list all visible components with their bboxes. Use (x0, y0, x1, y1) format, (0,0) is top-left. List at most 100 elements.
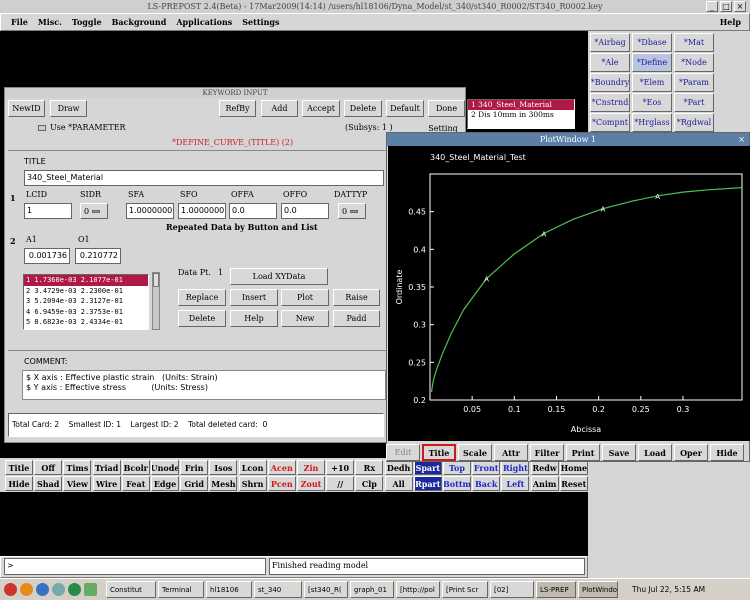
toolbar-triad-button[interactable]: Triad (92, 460, 121, 475)
keyword-part-button[interactable]: *Part (674, 93, 714, 112)
sidr-dropdown[interactable]: 0 (80, 203, 108, 219)
accept-button[interactable]: Accept (302, 100, 340, 117)
keyword-eos-button[interactable]: *Eos (632, 93, 672, 112)
scroll-thumb[interactable] (153, 273, 159, 287)
plot-title-button[interactable]: Title (422, 444, 456, 461)
command-input[interactable]: > (4, 558, 266, 575)
data-point-row-selected[interactable]: 1 1.7360e-03 2.1077e-01 (24, 275, 148, 286)
data-point-row[interactable]: 2 3.4729e-03 2.2300e-01 (24, 286, 148, 297)
mail-icon[interactable] (36, 583, 49, 596)
delete-card-button[interactable]: Delete (344, 100, 382, 117)
toolbar-back-button[interactable]: Back (472, 476, 501, 491)
menu-settings[interactable]: Settings (242, 17, 279, 27)
plot-save-button[interactable]: Save (602, 444, 636, 461)
taskbar-item-http-pol[interactable]: [http://pol (396, 581, 440, 598)
toolbar-shad-button[interactable]: Shad (34, 476, 63, 491)
add-button[interactable]: Add (261, 100, 298, 117)
menu-help[interactable]: Help (720, 17, 741, 27)
taskbar-item-constitut[interactable]: Constitut (106, 581, 156, 598)
close-icon[interactable]: × (738, 133, 745, 146)
keyword-cnstrnd-button[interactable]: *Cnstrnd (590, 93, 630, 112)
toolbar-dedh-button[interactable]: Dedh (384, 460, 413, 475)
keyword-elem-button[interactable]: *Elem (632, 73, 672, 92)
start-icon[interactable] (4, 583, 17, 596)
taskbar-item-graph-01[interactable]: graph_01 (350, 581, 394, 598)
plot-oper-button[interactable]: Oper (674, 444, 708, 461)
plot-scale-button[interactable]: Scale (458, 444, 492, 461)
toolbar-tims-button[interactable]: Tims (63, 460, 92, 475)
toolbar-lcon-button[interactable]: Lcon (238, 460, 267, 475)
toolbar-grid-button[interactable]: Grid (180, 476, 209, 491)
dattyp-dropdown[interactable]: 0 (338, 203, 366, 219)
toolbar-isos-button[interactable]: Isos (209, 460, 238, 475)
keyword-rgdwal-button[interactable]: *Rgdwal (674, 113, 714, 132)
draw-button[interactable]: Draw (50, 100, 87, 117)
offo-field[interactable]: 0.0 (281, 203, 329, 219)
taskbar-item-plotwindo[interactable]: PlotWindo (578, 581, 618, 598)
sfa-field[interactable]: 1.0000000 (126, 203, 174, 219)
plot-load-button[interactable]: Load (638, 444, 672, 461)
keyword-mat-button[interactable]: *Mat (674, 33, 714, 52)
toolbar-all-button[interactable]: All (384, 476, 413, 491)
toolbar-unode-button[interactable]: Unode (151, 460, 179, 475)
refby-button[interactable]: RefBy (219, 100, 256, 117)
new-button[interactable]: New (281, 310, 329, 327)
menu-misc[interactable]: Misc. (38, 17, 62, 27)
maximize-button[interactable]: □ (720, 1, 732, 12)
taskbar-item-st-340[interactable]: st_340 (254, 581, 302, 598)
toolbar-zin-button[interactable]: Zin (297, 460, 325, 475)
plot-button[interactable]: Plot (281, 289, 329, 306)
toolbar-off-button[interactable]: Off (34, 460, 63, 475)
taskbar-item-print-scr[interactable]: [Print Scr (442, 581, 488, 598)
data-point-row[interactable]: 5 8.6823e-03 2.4334e-01 (24, 317, 148, 328)
toolbar-front-button[interactable]: Front (472, 460, 501, 475)
toolbar-rx-button[interactable]: Rx (355, 460, 384, 475)
default-button[interactable]: Default (386, 100, 424, 117)
taskbar-item-hl18106[interactable]: hl18106 (206, 581, 252, 598)
menu-background[interactable]: Background (112, 17, 167, 27)
keyword-dbase-button[interactable]: *Dbase (632, 33, 672, 52)
data-points-list[interactable]: 1 1.7360e-03 2.1077e-01 2 3.4729e-03 2.2… (23, 274, 149, 330)
load-xydata-button[interactable]: Load XYData (230, 268, 328, 285)
keyword-list-item-selected[interactable]: 1 340_Steel_Material (468, 100, 574, 110)
delete-point-button[interactable]: Delete (178, 310, 226, 327)
replace-button[interactable]: Replace (178, 289, 226, 306)
plot-hide-button[interactable]: Hide (710, 444, 744, 461)
toolbar-spart-button[interactable]: Spart (413, 460, 442, 475)
keyword-boundry-button[interactable]: *Boundry (590, 73, 630, 92)
keyword-param-button[interactable]: *Param (674, 73, 714, 92)
toolbar-left-button[interactable]: Left (501, 476, 530, 491)
toolbar-sep-button[interactable]: // (326, 476, 355, 491)
toolbar-view-button[interactable]: View (63, 476, 92, 491)
newid-button[interactable]: NewID (8, 100, 45, 117)
keyword-airbag-button[interactable]: *Airbag (590, 33, 630, 52)
plot-filter-button[interactable]: Filter (530, 444, 564, 461)
keyword-list[interactable]: 1 340_Steel_Material 2 Dis 10mm in 300ms (467, 99, 575, 129)
plot-edit-button[interactable]: Edit (386, 444, 420, 461)
toolbar-mesh-button[interactable]: Mesh (209, 476, 238, 491)
keyword-ale-button[interactable]: *Ale (590, 53, 630, 72)
a1-field[interactable]: 0.001736 (24, 248, 70, 264)
menu-applications[interactable]: Applications (176, 17, 232, 27)
toolbar-10-button[interactable]: +10 (326, 460, 355, 475)
toolbar-bottm-button[interactable]: Bottm (443, 476, 471, 491)
plot-print-button[interactable]: Print (566, 444, 600, 461)
toolbar-clp-button[interactable]: Clp (355, 476, 384, 491)
toolbar-redw-button[interactable]: Redw (530, 460, 559, 475)
toolbar-right-button[interactable]: Right (501, 460, 530, 475)
menu-file[interactable]: File (11, 17, 28, 27)
help-button[interactable]: Help (230, 310, 278, 327)
toolbar-reset-button[interactable]: Reset (559, 476, 588, 491)
toolbar-shrn-button[interactable]: Shrn (238, 476, 267, 491)
use-parameter-checkbox[interactable] (38, 125, 46, 131)
lcid-field[interactable]: 1 (24, 203, 72, 219)
keyword-list-item[interactable]: 2 Dis 10mm in 300ms (468, 110, 574, 120)
taskbar-item-02[interactable]: [02] (490, 581, 534, 598)
toolbar-feat-button[interactable]: Feat (121, 476, 150, 491)
keyword-compnt-button[interactable]: *Compnt (590, 113, 630, 132)
sfo-field[interactable]: 1.0000000 (178, 203, 226, 219)
menu-toggle[interactable]: Toggle (72, 17, 102, 27)
keyword-define-button[interactable]: *Define (632, 53, 672, 72)
chat-icon[interactable] (52, 583, 65, 596)
toolbar-rpart-button[interactable]: Rpart (413, 476, 442, 491)
